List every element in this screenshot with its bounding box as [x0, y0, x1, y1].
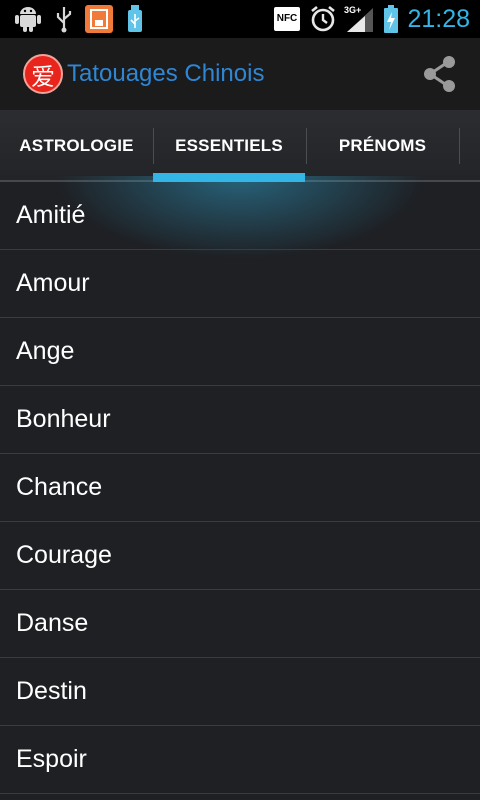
alarm-icon [308, 4, 338, 34]
list-item[interactable]: Espoir [0, 726, 480, 794]
list-item[interactable]: Bonheur [0, 386, 480, 454]
share-button[interactable] [420, 54, 460, 94]
tab-bar: ASTROLOGIE ESSENTIELS PRÉNOMS [0, 110, 480, 182]
status-bar: NFC 3G+ 21:28 [0, 0, 480, 38]
topic-list: Amitié Amour Ange Bonheur Chance Courage… [0, 182, 480, 800]
share-icon [424, 56, 455, 92]
tab-astrologie[interactable]: ASTROLOGIE [0, 110, 153, 182]
app-logo[interactable]: 爱 [23, 54, 63, 94]
list-item[interactable]: Ange [0, 318, 480, 386]
list-item[interactable]: Amitié [0, 182, 480, 250]
android-icon [12, 4, 44, 34]
nfc-icon: NFC [273, 4, 301, 34]
tab-divider [459, 128, 460, 164]
list-item[interactable]: Amour [0, 250, 480, 318]
action-bar: 爱 Tatouages Chinois [0, 38, 480, 110]
network-label: 3G+ [344, 5, 361, 15]
battery-charging-icon [382, 4, 400, 34]
signal-3g-icon: 3G+ [343, 4, 377, 34]
usb-storage-icon [124, 4, 146, 34]
tab-prenoms[interactable]: PRÉNOMS [306, 110, 459, 182]
usb-icon [52, 4, 76, 34]
app-title: Tatouages Chinois [67, 60, 265, 87]
status-time: 21:28 [407, 5, 470, 33]
list-item[interactable]: Destin [0, 658, 480, 726]
save-icon [84, 4, 114, 34]
list-item[interactable]: Chance [0, 454, 480, 522]
nfc-label: NFC [274, 7, 300, 31]
selected-tab-indicator [153, 173, 305, 182]
list-item[interactable]: Courage [0, 522, 480, 590]
tab-essentiels[interactable]: ESSENTIELS [153, 110, 305, 182]
list-item[interactable]: Danse [0, 590, 480, 658]
